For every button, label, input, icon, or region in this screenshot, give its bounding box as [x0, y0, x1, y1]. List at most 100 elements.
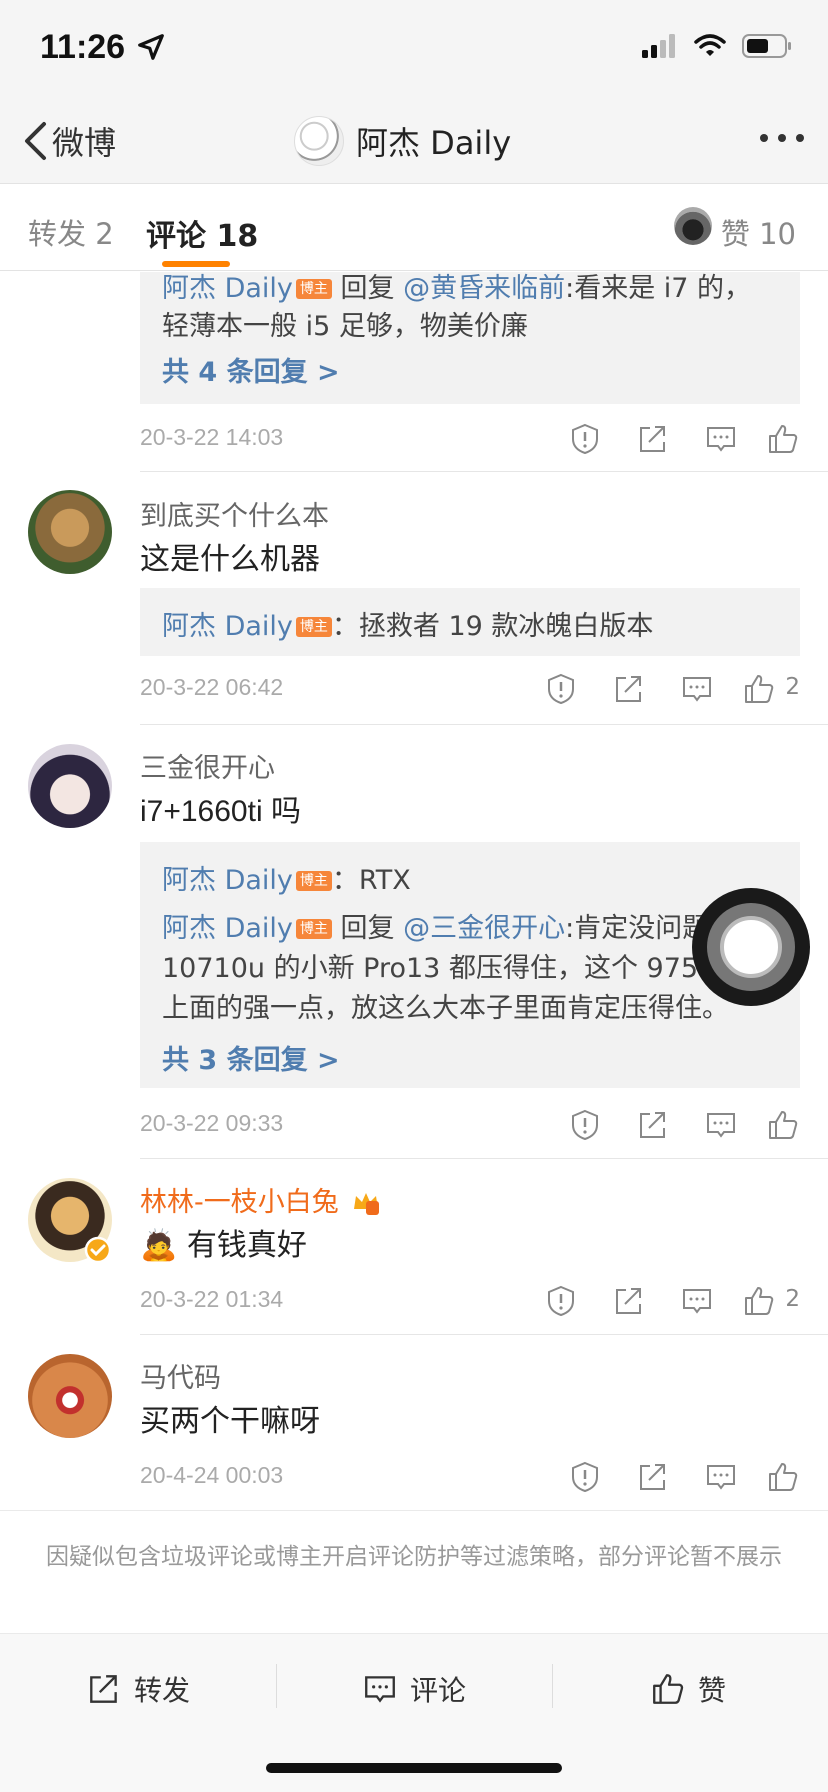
- status-time: 11:26: [40, 28, 126, 66]
- comment-meta: 20-3-22 01:34 2: [140, 1282, 800, 1322]
- like-label: 赞: [698, 1674, 727, 1707]
- cellular-signal-icon: [642, 34, 675, 58]
- reply-box[interactable]: 阿杰 Daily 博主 回复 @黄昏来临前:看来是 i7 的， 轻薄本一般 i5 …: [140, 272, 800, 404]
- commenter-avatar[interactable]: [28, 1354, 112, 1438]
- report-icon[interactable]: [544, 1284, 578, 1318]
- thumbs-up-icon[interactable]: [766, 1108, 800, 1142]
- share-icon[interactable]: [636, 422, 670, 456]
- nav-bar: 微博 阿杰 Daily: [0, 100, 828, 184]
- thumbs-up-icon: [653, 1674, 684, 1704]
- reply-author[interactable]: 阿杰 Daily: [162, 611, 293, 642]
- share-icon[interactable]: [636, 1108, 670, 1142]
- vip-crown-icon: [354, 1193, 380, 1215]
- comment-meta: 20-3-22 09:33: [140, 1106, 800, 1146]
- nav-title-group[interactable]: 阿杰 Daily: [294, 114, 511, 168]
- report-icon[interactable]: [568, 1108, 602, 1142]
- reply-author[interactable]: 阿杰 Daily: [162, 913, 293, 944]
- commenter-name-text: 林林-一枝小白兔: [140, 1187, 339, 1218]
- commenter-avatar[interactable]: [28, 744, 112, 828]
- commenter-avatar[interactable]: [28, 490, 112, 574]
- comment-list[interactable]: 阿杰 Daily 博主 回复 @黄昏来临前:看来是 i7 的， 轻薄本一般 i5 …: [0, 272, 828, 1510]
- filter-notice: 因疑似包含垃圾评论或博主开启评论防护等过滤策略，部分评论暂不展示: [0, 1510, 828, 1632]
- assistive-touch-ring: [707, 903, 795, 991]
- reply-prefix: 回复: [340, 273, 404, 304]
- like-button[interactable]: 赞: [650, 1664, 726, 1714]
- report-icon[interactable]: [568, 1460, 602, 1494]
- commenter-name[interactable]: 三金很开心: [140, 746, 275, 785]
- reply-text-line: 上面的强一点，放这么大本子里面肯定压得住。: [162, 993, 729, 1024]
- comment-icon[interactable]: [704, 1460, 738, 1494]
- comment-meta: 20-3-22 06:42 2: [140, 670, 800, 710]
- commenter-name[interactable]: 马代码: [140, 1356, 221, 1395]
- separator: [552, 1664, 553, 1708]
- thumbs-up-icon[interactable]: [766, 422, 800, 456]
- share-icon[interactable]: [636, 1460, 670, 1494]
- reply-author[interactable]: 阿杰 Daily: [162, 865, 293, 896]
- comment-icon[interactable]: [704, 422, 738, 456]
- share-icon[interactable]: [612, 1284, 646, 1318]
- dot-icon: [796, 134, 804, 142]
- thumbs-up-icon[interactable]: [742, 672, 776, 706]
- battery-icon: [742, 34, 791, 58]
- active-tab-indicator: [162, 261, 230, 267]
- dot-icon: [760, 134, 768, 142]
- wifi-icon: [694, 34, 726, 56]
- comment-time: 20-3-22 09:33: [140, 1110, 284, 1136]
- commenter-name[interactable]: 林林-一枝小白兔: [140, 1180, 381, 1219]
- like-count: 2: [785, 674, 800, 700]
- tab-repost[interactable]: 转发 2: [28, 211, 114, 253]
- home-indicator[interactable]: [266, 1763, 562, 1773]
- location-arrow-icon: [138, 34, 164, 60]
- reply-text: :看来是 i7 的，: [565, 273, 752, 304]
- back-label: 微博: [52, 124, 117, 162]
- assistive-touch-core: [720, 916, 782, 978]
- liker-avatar: [674, 207, 712, 245]
- author-badge: 博主: [295, 871, 332, 891]
- commenter-name[interactable]: 到底买个什么本: [140, 494, 329, 533]
- more-options-button[interactable]: [760, 134, 804, 142]
- comment-icon[interactable]: [680, 1284, 714, 1318]
- author-avatar: [294, 116, 344, 166]
- assistive-touch-button[interactable]: [692, 888, 810, 1006]
- reply-line: 阿杰 Daily 博主 回复 @三金很开心:肯定没问题，: [162, 906, 736, 945]
- like-count: 2: [785, 1286, 800, 1312]
- comment-text: 🙇 有钱真好: [140, 1220, 307, 1264]
- comment-icon[interactable]: [680, 672, 714, 706]
- comment-label: 评论: [410, 1674, 467, 1707]
- comment-button[interactable]: 评论: [362, 1664, 466, 1714]
- thumbs-up-icon[interactable]: [742, 1284, 776, 1318]
- mention-link[interactable]: @三金很开心: [403, 913, 565, 944]
- reply-text-line: 10710u 的小新 Pro13 都压得住，这个 9750: [162, 953, 716, 984]
- dot-icon: [778, 134, 786, 142]
- back-button[interactable]: 微博: [22, 116, 116, 166]
- report-icon[interactable]: [544, 672, 578, 706]
- chevron-left-icon: [25, 122, 46, 160]
- report-icon[interactable]: [568, 422, 602, 456]
- comment-meta: 20-3-22 14:03: [140, 420, 800, 460]
- tab-like[interactable]: 赞 10: [721, 211, 796, 253]
- divider: [140, 724, 828, 725]
- separator: [276, 1664, 277, 1708]
- thumbs-up-icon[interactable]: [766, 1460, 800, 1494]
- repost-button[interactable]: 转发: [86, 1664, 190, 1714]
- reply-box[interactable]: 阿杰 Daily 博主 ：拯救者 19 款冰魄白版本: [140, 588, 800, 656]
- comment-icon: [365, 1676, 395, 1703]
- reply-text-line: 轻薄本一般 i5 足够，物美价廉: [162, 311, 528, 342]
- page-title: 阿杰 Daily: [356, 124, 512, 162]
- tab-comment[interactable]: 评论 18: [146, 211, 258, 255]
- divider: [140, 1158, 828, 1159]
- mention-link[interactable]: @黄昏来临前: [403, 273, 565, 304]
- comment-icon[interactable]: [704, 1108, 738, 1142]
- comment-text: 这是什么机器: [140, 542, 320, 577]
- status-bar: 11:26: [0, 0, 828, 100]
- share-icon[interactable]: [612, 672, 646, 706]
- more-replies-link[interactable]: 共 3 条回复 >: [162, 1038, 340, 1077]
- author-badge: 博主: [295, 279, 332, 299]
- comment-time: 20-4-24 00:03: [140, 1462, 284, 1488]
- comment-text-body: 有钱真好: [186, 1228, 307, 1263]
- reply-author[interactable]: 阿杰 Daily: [162, 273, 293, 304]
- comment-time: 20-3-22 06:42: [140, 674, 284, 700]
- more-replies-link[interactable]: 共 4 条回复 >: [162, 350, 340, 389]
- divider: [140, 471, 828, 472]
- comment-meta: 20-4-24 00:03: [140, 1458, 800, 1498]
